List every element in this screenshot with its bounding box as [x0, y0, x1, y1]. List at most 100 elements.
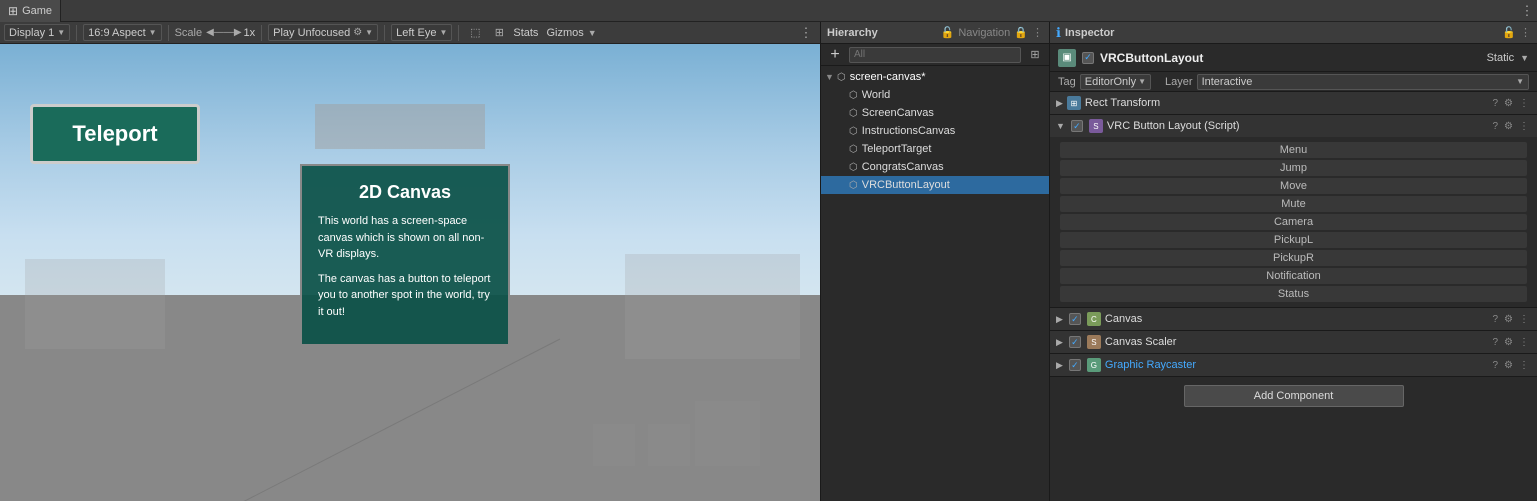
layer-dropdown[interactable]: Interactive ▼ — [1197, 74, 1529, 90]
rect-settings-btn[interactable]: ⚙ — [1502, 98, 1515, 109]
hier-item-vrc[interactable]: ⬡ VRCButtonLayout — [821, 176, 1049, 194]
script-content: Menu Jump Move Mute Camera Pic — [1050, 137, 1537, 307]
canvas-more-btn[interactable]: ⋮ — [1517, 314, 1531, 325]
hierarchy-title: Hierarchy — [827, 27, 878, 39]
hierarchy-search[interactable] — [849, 47, 1021, 63]
raycaster-settings-btn[interactable]: ⚙ — [1502, 360, 1515, 371]
gizmos-arrow[interactable]: ▼ — [588, 28, 597, 38]
hier-item-screencanvas[interactable]: ⬡ ScreenCanvas — [821, 104, 1049, 122]
scaler-more-btn[interactable]: ⋮ — [1517, 337, 1531, 348]
canvas-settings-btn[interactable]: ⚙ — [1502, 314, 1515, 325]
stats-btn[interactable]: Stats — [513, 27, 538, 39]
raycaster-more-btn[interactable]: ⋮ — [1517, 360, 1531, 371]
script-cell-mute: Mute — [1060, 196, 1527, 212]
static-label: Static — [1487, 52, 1515, 64]
teleport-sign: Teleport — [30, 104, 200, 164]
hierarchy-add-btn[interactable]: + — [825, 45, 845, 65]
script-row-jump: Jump — [1058, 159, 1529, 177]
sep1 — [76, 25, 77, 41]
canvas-desc2: The canvas has a button to teleport you … — [318, 271, 492, 321]
active-checkbox[interactable]: ✓ — [1082, 52, 1094, 64]
script-help-btn[interactable]: ? — [1490, 121, 1500, 132]
hier-item-congrats[interactable]: ⬡ CongratsCanvas — [821, 158, 1049, 176]
rect-transform-header[interactable]: ▶ ⊞ Rect Transform ? ⚙ ⋮ — [1050, 92, 1537, 114]
canvas-icon: C — [1087, 312, 1101, 326]
inspector-object-row: ▣ ✓ VRCButtonLayout Static ▼ — [1050, 44, 1537, 72]
rect-help-btn[interactable]: ? — [1490, 98, 1500, 109]
inspector-lock-icon[interactable]: 🔓 — [1502, 26, 1516, 39]
script-cell-menu: Menu — [1060, 142, 1527, 158]
hier-root[interactable]: ▼ ⬡ screen-canvas* — [821, 68, 1049, 86]
hierarchy-lock-icon[interactable]: 🔓 — [941, 26, 955, 39]
script-cell-camera: Camera — [1060, 214, 1527, 230]
rect-arrow: ▶ — [1056, 98, 1063, 109]
hier-lock2[interactable]: 🔒 — [1014, 26, 1028, 39]
inspector-more[interactable]: ⋮ — [1520, 26, 1531, 39]
raycaster-help-btn[interactable]: ? — [1490, 360, 1500, 371]
scaler-checkbox[interactable]: ✓ — [1069, 336, 1081, 348]
scale-value: 1x — [244, 27, 256, 39]
raycaster-checkbox[interactable]: ✓ — [1069, 359, 1081, 371]
canvas-header[interactable]: ▶ ✓ C Canvas ? ⚙ ⋮ — [1050, 308, 1537, 330]
hier-item-instructions[interactable]: ⬡ InstructionsCanvas — [821, 122, 1049, 140]
tag-dropdown[interactable]: EditorOnly ▼ — [1080, 74, 1151, 90]
display-label: Display 1 — [9, 27, 54, 39]
hier-root-label: screen-canvas* — [850, 71, 926, 83]
inspector-title: Inspector — [1065, 27, 1115, 39]
more-options-btn[interactable]: ⋮ — [1517, 1, 1537, 21]
canvas-desc1: This world has a screen-space canvas whi… — [318, 213, 492, 263]
scale-label: Scale — [175, 27, 203, 39]
script-header[interactable]: ▼ ✓ S VRC Button Layout (Script) ? ⚙ ⋮ — [1050, 115, 1537, 137]
canvas-help-btn[interactable]: ? — [1490, 314, 1500, 325]
eye-dropdown[interactable]: Left Eye ▼ — [391, 24, 452, 41]
play-mode-arrow: ▼ — [365, 28, 373, 37]
canvas-title: 2D Canvas — [318, 182, 492, 203]
hier-item-world[interactable]: ⬡ World — [821, 86, 1049, 104]
hierarchy-header: Hierarchy 🔓 Navigation 🔒 ⋮ — [821, 22, 1049, 44]
navigation-tab-label[interactable]: Navigation — [958, 27, 1010, 39]
scale-control[interactable]: ◀——▶ 1x — [206, 27, 255, 39]
canvas-scaler-header[interactable]: ▶ ✓ S Canvas Scaler ? ⚙ ⋮ — [1050, 331, 1537, 353]
game-panel: Display 1 ▼ 16:9 Aspect ▼ Scale ◀——▶ 1x … — [0, 22, 820, 501]
object-type-icon: ▣ — [1058, 49, 1076, 67]
raycaster-icon: G — [1087, 358, 1101, 372]
script-more-btn[interactable]: ⋮ — [1517, 121, 1531, 132]
rect-more-btn[interactable]: ⋮ — [1517, 98, 1531, 109]
add-component-btn[interactable]: Add Component — [1184, 385, 1404, 407]
raycaster-section: ▶ ✓ G Graphic Raycaster ? ⚙ ⋮ — [1050, 354, 1537, 377]
script-checkbox[interactable]: ✓ — [1071, 120, 1083, 132]
script-row-camera: Camera — [1058, 213, 1529, 231]
raycaster-header[interactable]: ▶ ✓ G Graphic Raycaster ? ⚙ ⋮ — [1050, 354, 1537, 376]
scaler-settings-btn[interactable]: ⚙ — [1502, 337, 1515, 348]
hierarchy-search-options[interactable]: ⊞ — [1025, 45, 1045, 65]
script-cell-status: Status — [1060, 286, 1527, 302]
game-more-btn[interactable]: ⋮ — [796, 23, 816, 43]
script-row-status: Status — [1058, 285, 1529, 303]
script-settings-btn[interactable]: ⚙ — [1502, 121, 1515, 132]
display-arrow: ▼ — [57, 28, 65, 37]
small-box-2 — [648, 424, 690, 466]
canvas-label: Canvas — [1105, 313, 1487, 325]
raycaster-label: Graphic Raycaster — [1105, 359, 1487, 371]
display-dropdown[interactable]: Display 1 ▼ — [4, 24, 70, 41]
script-row-pickupl: PickupL — [1058, 231, 1529, 249]
scaler-help-btn[interactable]: ? — [1490, 337, 1500, 348]
raycaster-arrow: ▶ — [1056, 360, 1063, 371]
hier-instr-icon: ⬡ — [849, 126, 858, 137]
hier-vrc-icon: ⬡ — [849, 180, 858, 191]
tag-arrow: ▼ — [1138, 77, 1146, 86]
aspect-dropdown[interactable]: 16:9 Aspect ▼ — [83, 24, 161, 41]
game-tab[interactable]: ⊞ Game — [0, 0, 61, 22]
hier-item-teleport[interactable]: ⬡ TeleportTarget — [821, 140, 1049, 158]
hier-more[interactable]: ⋮ — [1032, 26, 1043, 39]
vr-icon[interactable]: ⬚ — [465, 23, 485, 43]
game-viewport: Teleport 2D Canvas This world has a scre… — [0, 44, 820, 501]
canvas-2d-overlay: 2D Canvas This world has a screen-space … — [300, 164, 510, 346]
gizmos-btn[interactable]: Gizmos — [546, 27, 583, 39]
static-dropdown-arrow[interactable]: ▼ — [1520, 53, 1529, 63]
play-mode-dropdown[interactable]: Play Unfocused ⚙ ▼ — [268, 24, 378, 41]
layer-label: Layer — [1165, 76, 1193, 88]
canvas-checkbox[interactable]: ✓ — [1069, 313, 1081, 325]
scaler-label: Canvas Scaler — [1105, 336, 1487, 348]
grid-icon[interactable]: ⊞ — [489, 23, 509, 43]
